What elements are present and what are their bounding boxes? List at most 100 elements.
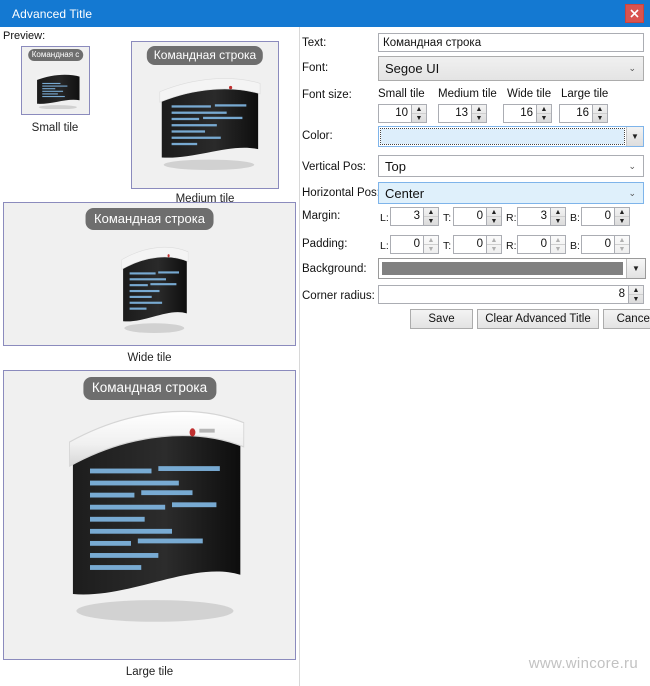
stepper-buttons[interactable]: ▲ ▼ [536,104,552,123]
window-titlebar: Advanced Title [0,0,650,27]
stepper-up-icon[interactable]: ▲ [593,105,607,113]
stepper-buttons[interactable]: ▲ ▼ [592,104,608,123]
stepper-up-icon[interactable]: ▲ [615,208,629,216]
margin-top-stepper[interactable]: 0 ▲ ▼ [453,207,502,226]
stepper-down-icon[interactable]: ▼ [615,216,629,225]
stepper-down-icon[interactable]: ▼ [629,294,643,303]
padding-left-label: L: [380,240,389,252]
tile-caption-large: Large tile [125,666,174,678]
stepper-up-icon[interactable]: ▲ [424,208,438,216]
vertical-pos-select[interactable]: Top ⌄ [378,155,644,177]
chevron-down-icon: ⌄ [628,63,636,73]
color-select[interactable]: ▼ [378,126,644,147]
font-size-medium-stepper[interactable]: 13 ▲ ▼ [438,104,487,123]
font-size-small-value[interactable]: 10 [378,104,411,123]
preview-label: Preview: [3,30,46,42]
stepper-buttons[interactable]: ▲ ▼ [614,235,630,254]
stepper-up-icon[interactable]: ▲ [412,105,426,113]
stepper-buttons[interactable]: ▲ ▼ [550,207,566,226]
tile-preview-large[interactable]: Командная строка [3,370,296,660]
margin-bottom-label: B: [570,212,580,224]
stepper-up-icon[interactable]: ▲ [487,236,501,244]
font-size-small-stepper[interactable]: 10 ▲ ▼ [378,104,427,123]
margin-bottom-value[interactable]: 0 [581,207,614,226]
cancel-button[interactable]: Cancel [603,309,650,329]
margin-right-value[interactable]: 3 [517,207,550,226]
text-input[interactable]: Командная строка [378,33,644,52]
stepper-down-icon[interactable]: ▼ [551,244,565,253]
background-swatch [382,262,623,275]
save-button[interactable]: Save [410,309,473,329]
chevron-down-icon[interactable]: ▼ [626,259,645,278]
margin-top-value[interactable]: 0 [453,207,486,226]
padding-left-value[interactable]: 0 [390,235,423,254]
font-size-large-value[interactable]: 16 [559,104,592,123]
padding-bottom-stepper[interactable]: 0 ▲ ▼ [581,235,630,254]
stepper-up-icon[interactable]: ▲ [551,236,565,244]
horizontal-pos-label: Horizontal Pos: [302,187,380,199]
stepper-buttons[interactable]: ▲ ▼ [550,235,566,254]
padding-top-value[interactable]: 0 [453,235,486,254]
stepper-down-icon[interactable]: ▼ [551,216,565,225]
margin-left-value[interactable]: 3 [390,207,423,226]
close-button[interactable] [625,4,644,23]
tile-title-small: Командная с [27,49,84,61]
padding-right-stepper[interactable]: 0 ▲ ▼ [517,235,566,254]
stepper-down-icon[interactable]: ▼ [593,113,607,122]
stepper-down-icon[interactable]: ▼ [537,113,551,122]
margin-bottom-stepper[interactable]: 0 ▲ ▼ [581,207,630,226]
tile-preview-small[interactable]: Командная с [21,46,90,115]
stepper-up-icon[interactable]: ▲ [551,208,565,216]
stepper-down-icon[interactable]: ▼ [487,216,501,225]
margin-left-stepper[interactable]: 3 ▲ ▼ [390,207,439,226]
stepper-down-icon[interactable]: ▼ [424,244,438,253]
tile-preview-medium[interactable]: Командная строка [131,41,279,189]
stepper-buttons[interactable]: ▲ ▼ [486,207,502,226]
font-size-medium-value[interactable]: 13 [438,104,471,123]
stepper-buttons[interactable]: ▲ ▼ [411,104,427,123]
stepper-buttons[interactable]: ▲ ▼ [423,207,439,226]
watermark: www.wincore.ru [528,655,638,672]
stepper-down-icon[interactable]: ▼ [487,244,501,253]
padding-bottom-value[interactable]: 0 [581,235,614,254]
stepper-up-icon[interactable]: ▲ [487,208,501,216]
stepper-down-icon[interactable]: ▼ [615,244,629,253]
tile-caption-small: Small tile [31,122,79,134]
background-select[interactable]: ▼ [378,258,646,279]
stepper-buttons[interactable]: ▲ ▼ [486,235,502,254]
tile-preview-wide[interactable]: Командная строка [3,202,296,346]
stepper-up-icon[interactable]: ▲ [615,236,629,244]
corner-radius-value[interactable]: 8 [378,285,628,304]
monitor-artwork-large [49,401,254,623]
font-select[interactable]: Segoe UI ⌄ [378,56,644,81]
stepper-buttons[interactable]: ▲ ▼ [614,207,630,226]
stepper-up-icon[interactable]: ▲ [424,236,438,244]
stepper-buttons[interactable]: ▲ ▼ [423,235,439,254]
corner-radius-stepper[interactable]: 8 ▲ ▼ [378,285,644,304]
monitor-artwork-medium [148,74,266,170]
clear-advanced-title-button[interactable]: Clear Advanced Title [477,309,599,329]
horizontal-pos-select[interactable]: Center ⌄ [378,182,644,204]
horizontal-pos-value: Center [385,185,425,201]
stepper-up-icon[interactable]: ▲ [629,286,643,294]
font-size-wide-stepper[interactable]: 16 ▲ ▼ [503,104,552,123]
stepper-down-icon[interactable]: ▼ [412,113,426,122]
stepper-down-icon[interactable]: ▼ [424,216,438,225]
stepper-up-icon[interactable]: ▲ [537,105,551,113]
tile-caption-wide: Wide tile [127,352,172,364]
stepper-buttons[interactable]: ▲ ▼ [628,285,644,304]
monitor-artwork-wide [114,243,192,333]
margin-right-stepper[interactable]: 3 ▲ ▼ [517,207,566,226]
chevron-down-icon[interactable]: ▼ [626,127,643,146]
padding-right-value[interactable]: 0 [517,235,550,254]
stepper-buttons[interactable]: ▲ ▼ [471,104,487,123]
font-size-wide-value[interactable]: 16 [503,104,536,123]
padding-left-stepper[interactable]: 0 ▲ ▼ [390,235,439,254]
padding-top-stepper[interactable]: 0 ▲ ▼ [453,235,502,254]
stepper-up-icon[interactable]: ▲ [472,105,486,113]
font-size-large-stepper[interactable]: 16 ▲ ▼ [559,104,608,123]
stepper-down-icon[interactable]: ▼ [472,113,486,122]
vertical-pos-value: Top [385,158,406,174]
margin-right-label: R: [506,212,517,224]
font-label: Font: [302,62,329,74]
